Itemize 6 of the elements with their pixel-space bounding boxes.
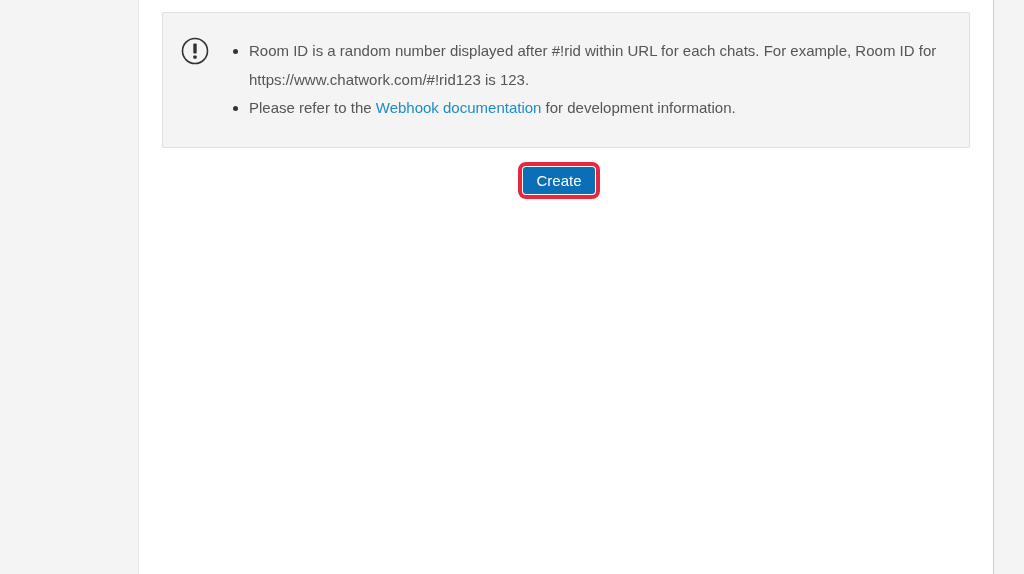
bullet-icon bbox=[233, 106, 238, 111]
exclamation-icon bbox=[181, 37, 209, 65]
bullet-icon bbox=[233, 49, 238, 54]
notice-text: Please refer to the Webhook documentation for development information. bbox=[249, 98, 737, 118]
notice-text: Room ID is a random number displayed after #!rid within URL for each chats. For example, Room ID for https://www.chatwork.com/#!rid123 is 123. bbox=[249, 41, 938, 90]
documentation-link[interactable]: Webhook documentation bbox=[375, 99, 542, 116]
